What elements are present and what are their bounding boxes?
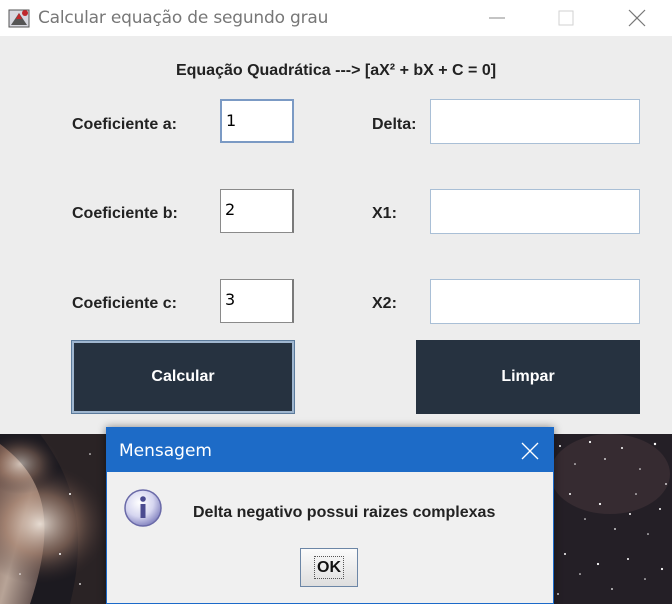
info-icon — [123, 488, 163, 528]
message-dialog: Mensagem Delta negativo possui raizes co… — [106, 427, 554, 604]
coef-c-label: Coeficiente c: — [72, 295, 177, 312]
dialog-close-button[interactable] — [507, 428, 553, 472]
close-icon — [628, 9, 646, 27]
window-titlebar[interactable]: Calcular equação de segundo grau — [0, 0, 672, 36]
maximize-icon — [558, 10, 574, 26]
close-window-button[interactable] — [614, 0, 660, 36]
close-icon — [521, 442, 539, 460]
clear-button[interactable]: Limpar — [416, 340, 640, 414]
dialog-title: Mensagem — [119, 441, 212, 461]
delta-output[interactable] — [430, 99, 640, 144]
form-panel: Equação Quadrática ---> [aX² + bX + C = … — [0, 36, 672, 434]
java-app-icon — [8, 7, 32, 29]
minimize-button[interactable] — [474, 0, 520, 36]
minimize-icon — [489, 17, 505, 19]
ok-button-label: OK — [314, 556, 344, 579]
x1-output[interactable] — [430, 189, 640, 234]
dialog-message: Delta negativo possui raizes complexas — [193, 504, 496, 521]
equation-heading: Equação Quadrática ---> [aX² + bX + C = … — [175, 62, 497, 79]
window-title: Calcular equação de segundo grau — [38, 8, 329, 28]
delta-label: Delta: — [372, 116, 417, 133]
ok-button[interactable]: OK — [300, 548, 358, 587]
x2-output[interactable] — [430, 279, 640, 324]
coef-c-input[interactable]: 3 — [220, 279, 294, 323]
coef-b-input[interactable]: 2 — [220, 189, 294, 233]
calculate-button[interactable]: Calcular — [71, 340, 295, 414]
coef-b-label: Coeficiente b: — [72, 205, 178, 222]
coef-a-input[interactable]: 1 — [220, 99, 294, 143]
x2-label: X2: — [372, 295, 397, 312]
x1-label: X1: — [372, 205, 397, 222]
coef-a-label: Coeficiente a: — [72, 116, 177, 133]
maximize-button[interactable] — [543, 0, 589, 36]
dialog-titlebar[interactable]: Mensagem — [107, 428, 553, 472]
